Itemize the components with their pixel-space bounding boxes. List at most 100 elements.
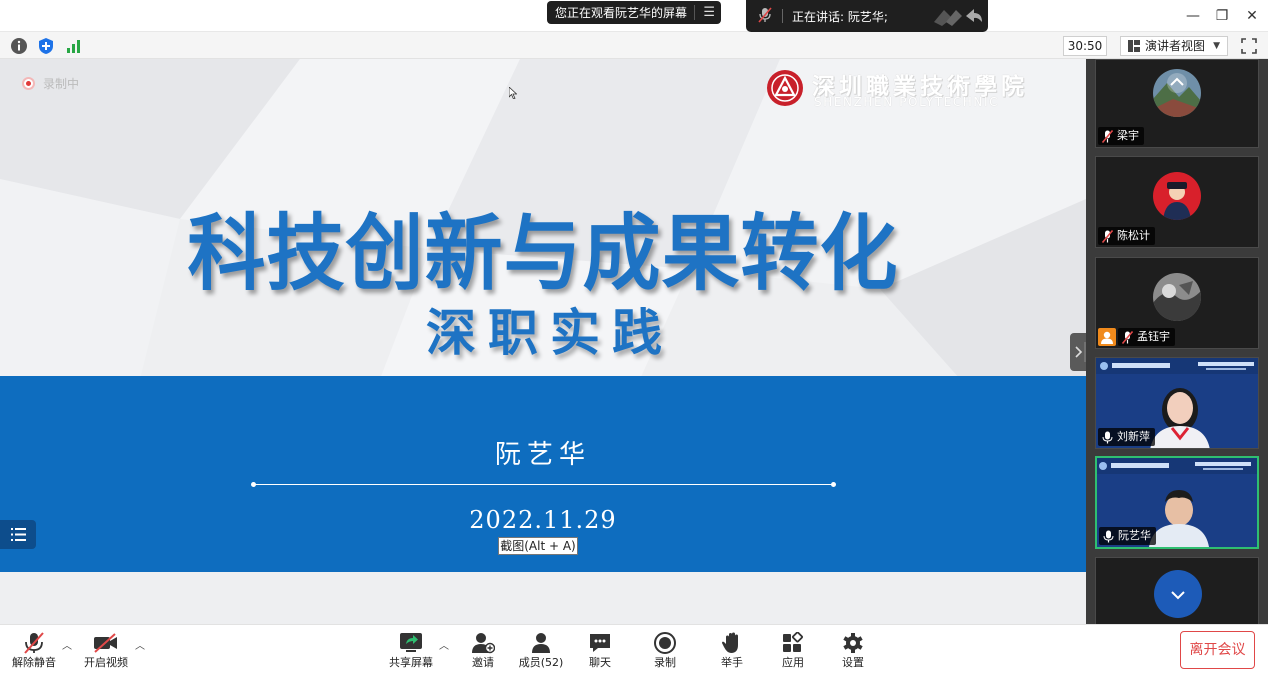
security-shield-icon[interactable] — [37, 37, 55, 55]
members-icon — [532, 633, 550, 653]
muted-mic-icon — [1122, 331, 1133, 344]
close-icon[interactable]: ✕ — [1242, 6, 1262, 26]
divider — [694, 5, 695, 20]
meeting-toolbar: 解除静音 ︿ 开启视频 ︿ 共享屏幕 ︿ 邀请 成员(52) 聊天 录制 举手 … — [0, 624, 1268, 675]
speaking-indicator: 正在讲话: 阮艺华; — [746, 0, 988, 32]
participant-tile[interactable]: 陈松计 — [1095, 156, 1259, 248]
recording-label: 录制中 — [43, 77, 80, 91]
participant-name-tag: 刘新萍 — [1098, 428, 1155, 446]
divider — [251, 482, 836, 487]
participant-name-tag: 梁宇 — [1098, 127, 1144, 145]
outline-list-button[interactable] — [0, 520, 36, 549]
participant-name-tag: 阮艺华 — [1099, 527, 1156, 545]
participant-name: 梁宇 — [1117, 129, 1139, 142]
divider — [782, 9, 783, 23]
muted-mic-icon — [24, 632, 44, 654]
school-name-en: SHENZHEN POLYTECHNIC — [814, 95, 1000, 109]
participant-tile[interactable]: 孟钰宇 — [1095, 257, 1259, 349]
share-screen-label: 共享屏幕 — [389, 656, 433, 669]
unmute-label: 解除静音 — [12, 656, 56, 669]
host-badge-icon — [1098, 328, 1116, 346]
shared-screen[interactable]: 录制中 深圳職業技術學院 SHENZHEN POLYTECHNIC 科技创新与成… — [0, 59, 1086, 624]
scroll-down-button[interactable] — [1154, 570, 1202, 618]
speaker-view-icon — [1128, 40, 1140, 52]
participant-tile[interactable] — [1095, 557, 1259, 624]
participant-name: 阮艺华 — [1118, 529, 1151, 542]
presenter-name: 阮艺华 — [494, 440, 591, 470]
avatar — [1153, 69, 1201, 117]
muted-mic-icon — [1102, 230, 1113, 243]
chevron-up-icon[interactable]: ︿ — [438, 641, 450, 653]
raise-hand-icon — [722, 632, 738, 653]
start-video-label: 开启视频 — [84, 656, 128, 669]
recording-indicator: 录制中 — [22, 75, 79, 92]
add-user-icon — [472, 633, 495, 654]
meeting-timer: 30:50 — [1063, 36, 1107, 56]
participant-video-tile[interactable]: 刘新萍 — [1095, 357, 1259, 449]
mic-icon — [1102, 431, 1113, 444]
chevron-up-icon[interactable]: ︿ — [61, 641, 73, 653]
mouse-cursor-icon — [509, 87, 517, 99]
gear-icon — [843, 633, 863, 653]
raise-hand-label: 举手 — [721, 656, 743, 669]
members-button[interactable]: 成员(52) — [510, 629, 572, 673]
settings-button[interactable]: 设置 — [822, 629, 884, 673]
mic-icon — [1103, 530, 1114, 543]
chevron-down-icon: ▼ — [1213, 41, 1220, 51]
apps-label: 应用 — [782, 656, 804, 669]
participant-tile[interactable]: 梁宇 — [1095, 59, 1259, 148]
screen-share-status[interactable]: 您正在观看阮艺华的屏幕 ☰ — [547, 1, 721, 24]
screenshot-tooltip: 截图(Alt + A) — [498, 537, 578, 555]
school-seal-logo — [767, 70, 803, 106]
chat-label: 聊天 — [589, 656, 611, 669]
participant-name: 陈松计 — [1117, 229, 1150, 242]
record-icon — [654, 632, 676, 654]
network-signal-icon[interactable] — [65, 37, 83, 55]
share-screen-button[interactable]: 共享屏幕 — [380, 629, 442, 673]
menu-icon[interactable]: ☰ — [703, 5, 715, 20]
record-label: 录制 — [654, 656, 676, 669]
muted-mic-icon — [758, 7, 772, 23]
participant-name-tag: 陈松计 — [1098, 227, 1155, 245]
raise-hand-button[interactable]: 举手 — [701, 629, 763, 673]
participant-video-tile-speaking[interactable]: 阮艺华 — [1095, 456, 1259, 549]
chat-button[interactable]: 聊天 — [569, 629, 631, 673]
slide-date: 2022.11.29 — [469, 506, 617, 534]
slide-subtitle: 深职实践 — [426, 303, 674, 362]
slide-title: 科技创新与成果转化 — [187, 206, 899, 303]
avatar — [1153, 273, 1201, 321]
meeting-info-bar: 30:50 演讲者视图 ▼ — [0, 32, 1268, 59]
info-icon[interactable] — [10, 37, 28, 55]
unmute-button[interactable]: 解除静音 — [3, 629, 65, 673]
restore-icon[interactable]: ❐ — [1212, 6, 1232, 26]
speaking-label: 正在讲话: 阮艺华; — [792, 10, 888, 24]
muted-mic-icon — [1102, 130, 1113, 143]
minimize-icon[interactable]: — — [1183, 6, 1203, 26]
view-mode-label: 演讲者视图 — [1145, 39, 1206, 53]
list-icon — [11, 528, 26, 541]
record-button[interactable]: 录制 — [634, 629, 696, 673]
share-screen-icon — [400, 633, 422, 652]
chat-icon — [590, 634, 610, 652]
start-video-button[interactable]: 开启视频 — [75, 629, 137, 673]
members-label: 成员(52) — [518, 656, 564, 669]
apps-icon — [783, 632, 803, 652]
screen-share-status-text: 您正在观看阮艺华的屏幕 — [555, 6, 688, 20]
settings-label: 设置 — [842, 656, 864, 669]
participant-name-tag: 孟钰宇 — [1118, 328, 1175, 346]
view-mode-dropdown[interactable]: 演讲者视图 ▼ — [1120, 36, 1228, 56]
participant-gallery[interactable]: 梁宇 陈松计 孟钰宇 刘新萍 阮艺华 — [1086, 59, 1268, 624]
chevron-down-icon — [1171, 591, 1185, 600]
chevron-up-icon[interactable]: ︿ — [134, 641, 146, 653]
title-bar: 您正在观看阮艺华的屏幕 ☰ 正在讲话: 阮艺华; — ❐ ✕ — [0, 0, 1268, 32]
fullscreen-icon[interactable] — [1240, 37, 1258, 55]
apps-button[interactable]: 应用 — [762, 629, 824, 673]
leave-meeting-button[interactable]: 离开会议 — [1180, 631, 1255, 669]
invite-label: 邀请 — [472, 656, 494, 669]
participant-name: 刘新萍 — [1117, 430, 1150, 443]
avatar — [1153, 172, 1201, 220]
invite-button[interactable]: 邀请 — [452, 629, 514, 673]
participant-name: 孟钰宇 — [1137, 330, 1170, 343]
video-off-icon — [94, 633, 117, 653]
pin-arrow-icon[interactable] — [932, 6, 984, 26]
